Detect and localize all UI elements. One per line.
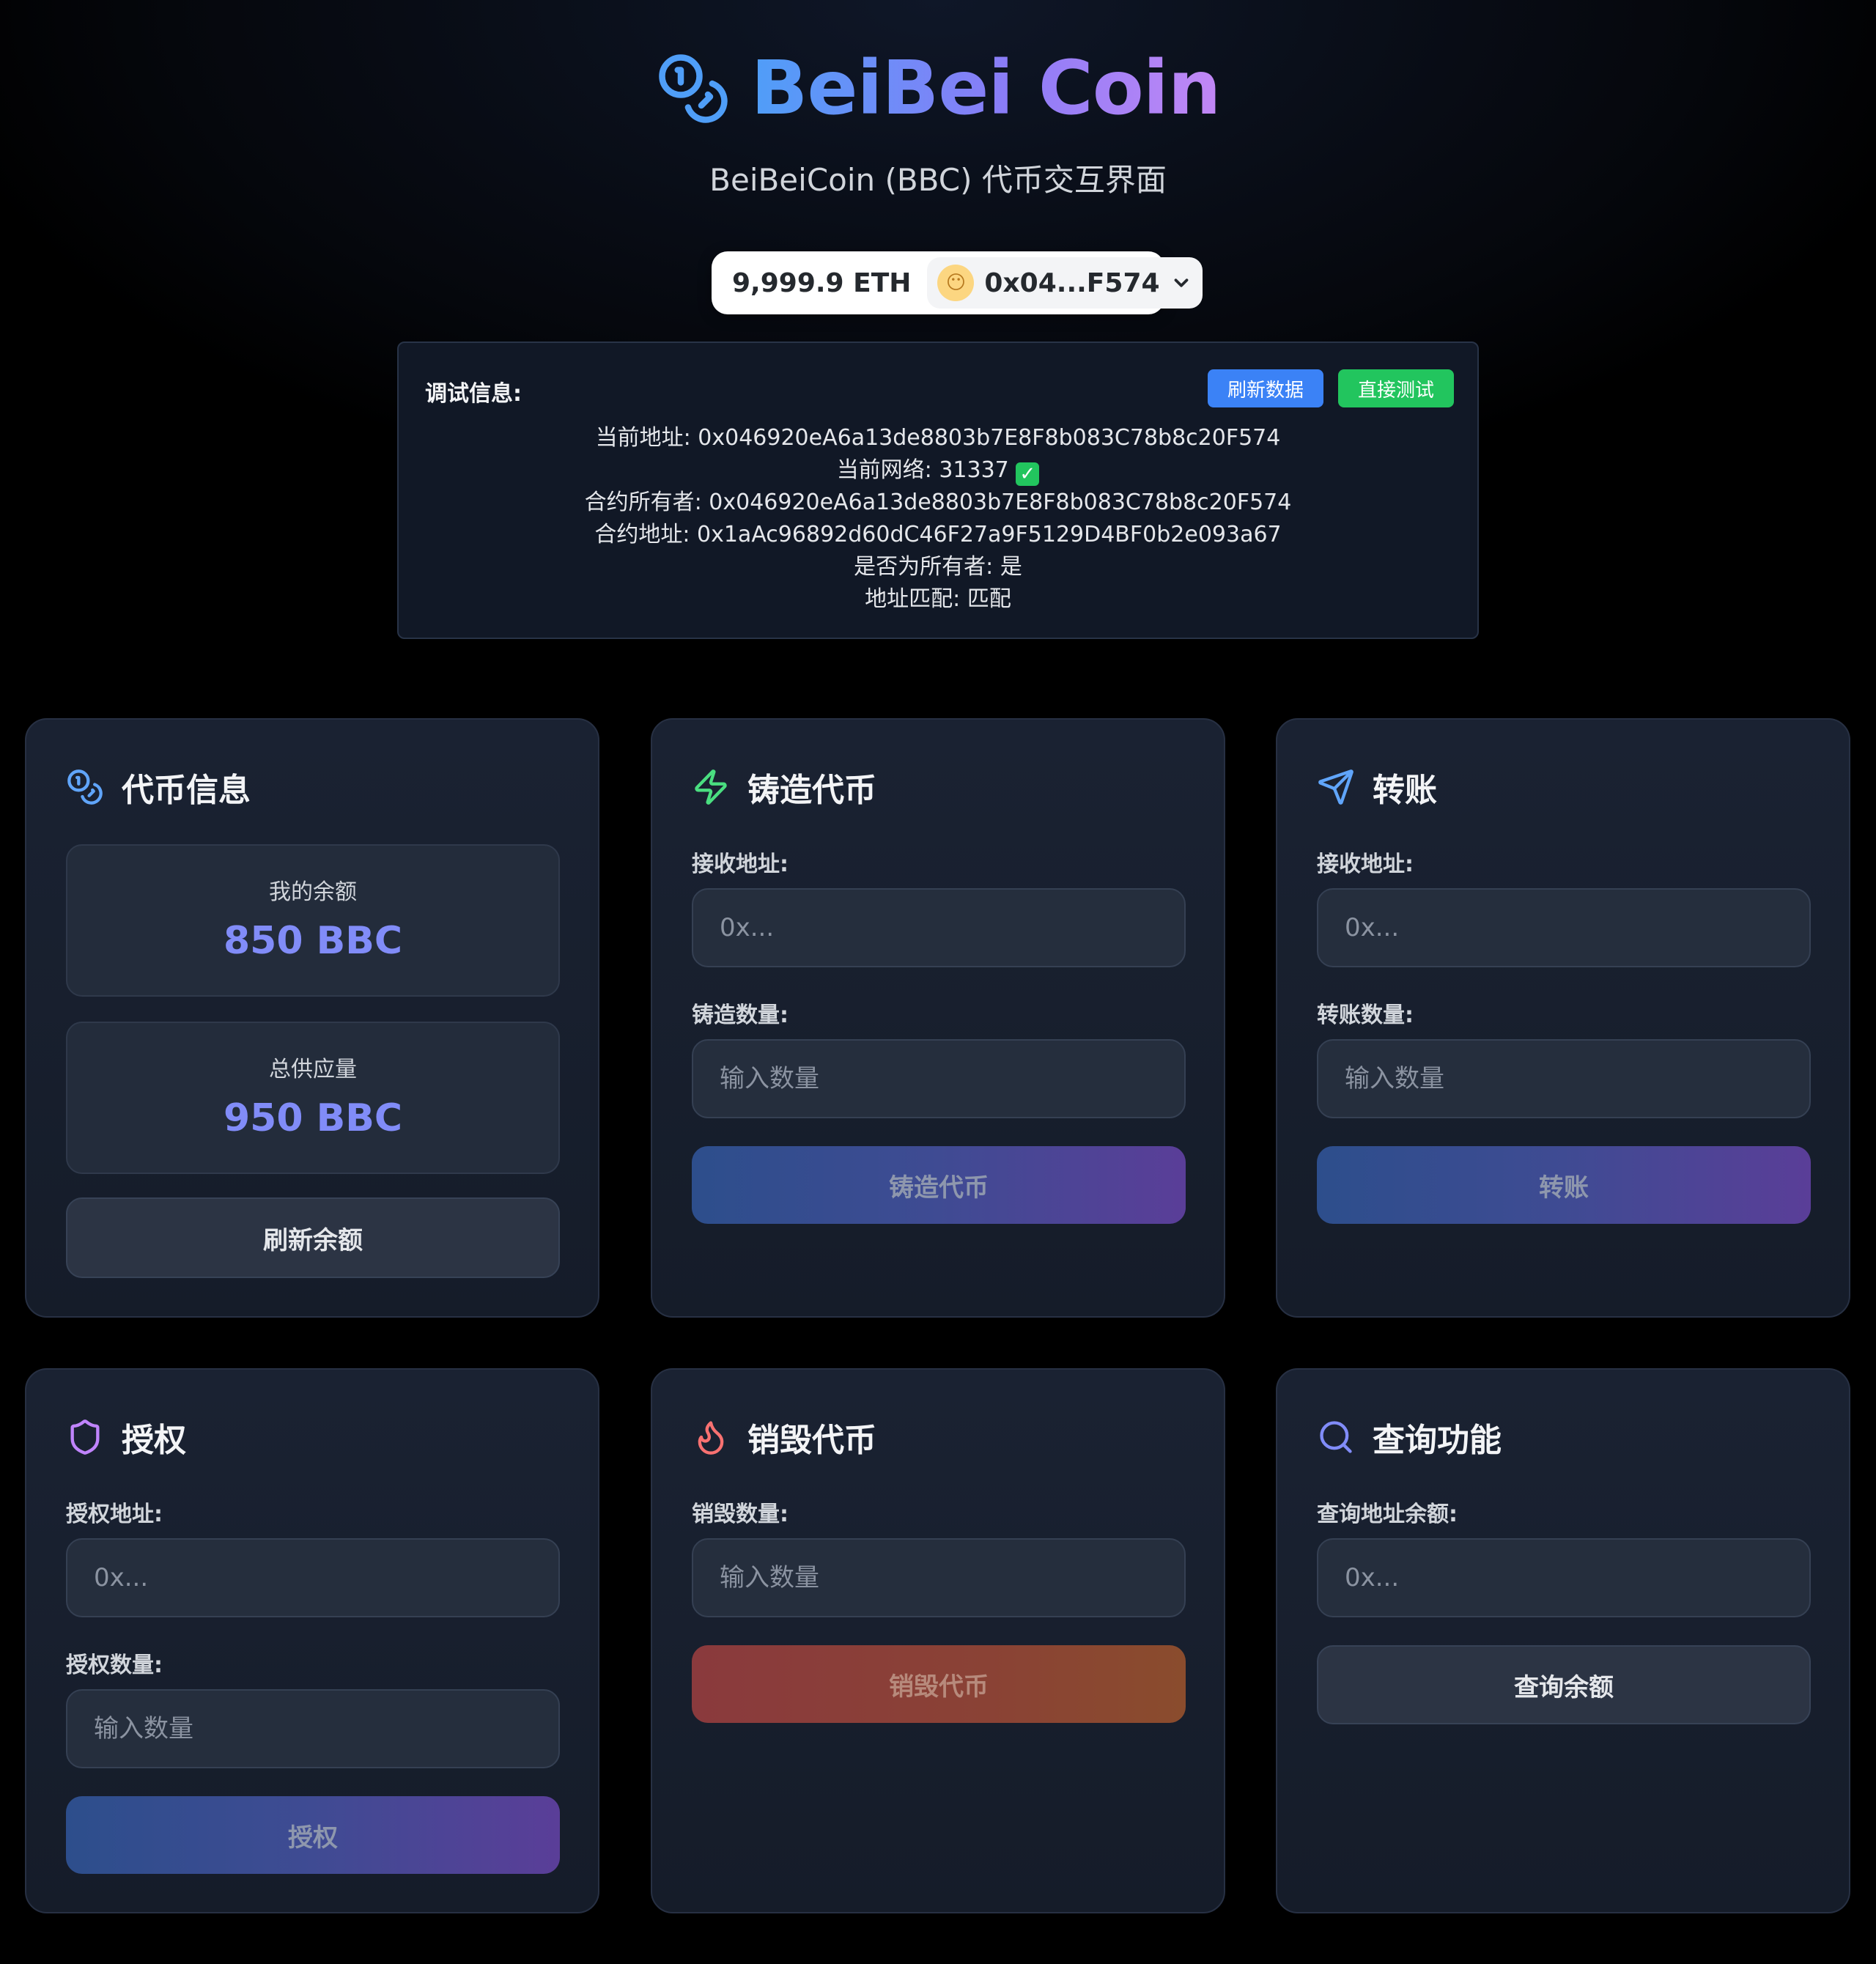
debug-title: 调试信息: bbox=[425, 381, 522, 407]
field-label: 接收地址: bbox=[692, 852, 789, 877]
field-label: 铸造数量: bbox=[692, 1003, 789, 1028]
debug-address-match: 地址匹配: 匹配 bbox=[865, 586, 1011, 612]
field-label: 授权地址: bbox=[66, 1502, 163, 1527]
transfer-button[interactable]: 转账 bbox=[1317, 1146, 1811, 1224]
search-icon bbox=[1320, 1421, 1352, 1453]
debug-info: 当前地址: 0x046920eA6a13de8803b7E8F8b083C78b… bbox=[399, 422, 1477, 616]
card-title: 查询功能 bbox=[1373, 1422, 1502, 1459]
mint-address-input[interactable] bbox=[692, 888, 1186, 967]
transfer-address-input[interactable] bbox=[1317, 888, 1811, 967]
shield-icon bbox=[70, 1420, 100, 1455]
stat-value: 950 BBC bbox=[223, 1096, 403, 1140]
debug-panel: 调试信息: 刷新数据 直接测试 当前地址: 0x046920eA6a13de88… bbox=[397, 342, 1479, 639]
approve-amount-input[interactable] bbox=[66, 1689, 560, 1768]
card-title: 铸造代币 bbox=[747, 772, 876, 809]
mint-button[interactable]: 铸造代币 bbox=[692, 1146, 1186, 1224]
flame-icon bbox=[698, 1421, 724, 1455]
debug-network-line: 当前网络: 31337 ✓ bbox=[399, 454, 1477, 487]
coins-icon bbox=[658, 54, 728, 123]
card-header: 转账 bbox=[1317, 764, 1437, 811]
app-subtitle: BeiBeiCoin (BBC) 代币交互界面 bbox=[709, 162, 1167, 198]
app-header: BeiBei Coin bbox=[0, 44, 1876, 133]
approve-address-input[interactable] bbox=[66, 1538, 560, 1617]
app-title: BeiBei Coin bbox=[751, 44, 1222, 133]
account-button[interactable]: 😶 0x04...F574 bbox=[927, 257, 1203, 309]
card-title: 转账 bbox=[1373, 772, 1437, 809]
token-info-card: 代币信息 我的余额 850 BBC 总供应量 950 BBC 刷新余额 bbox=[25, 718, 599, 1318]
burn-button[interactable]: 销毁代币 bbox=[692, 1645, 1186, 1723]
lightning-icon bbox=[695, 769, 727, 805]
burn-card: 销毁代币 销毁数量: 销毁代币 bbox=[651, 1368, 1225, 1913]
debug-current-address: 当前地址: 0x046920eA6a13de8803b7E8F8b083C78b… bbox=[595, 425, 1281, 451]
field-label: 销毁数量: bbox=[692, 1502, 789, 1527]
query-balance-button[interactable]: 查询余额 bbox=[1317, 1645, 1811, 1724]
query-card: 查询功能 查询地址余额: 查询余额 bbox=[1276, 1368, 1850, 1913]
stat-label: 总供应量 bbox=[269, 1057, 357, 1082]
send-icon bbox=[1318, 769, 1354, 805]
avatar: 😶 bbox=[937, 265, 975, 301]
debug-contract-owner: 合约所有者: 0x046920eA6a13de8803b7E8F8b083C78… bbox=[584, 490, 1292, 515]
wallet-connect-button[interactable]: 9,999.9 ETH 😶 0x04...F574 bbox=[712, 251, 1203, 314]
chevron-down-icon bbox=[1174, 278, 1188, 287]
my-balance-stat: 我的余额 850 BBC bbox=[66, 844, 560, 997]
transfer-card: 转账 接收地址: 转账数量: 转账 bbox=[1276, 718, 1850, 1318]
card-header: 授权 bbox=[66, 1414, 186, 1461]
eth-balance: 9,999.9 ETH bbox=[732, 267, 912, 298]
coins-icon bbox=[67, 769, 103, 805]
check-icon: ✓ bbox=[1016, 462, 1040, 486]
approve-card: 授权 授权地址: 授权数量: 授权 bbox=[25, 1368, 599, 1913]
card-title: 授权 bbox=[122, 1422, 186, 1459]
debug-contract-address: 合约地址: 0x1aAc96892d60dC46F27a9F5129D4BF0b… bbox=[594, 522, 1282, 547]
burn-amount-input[interactable] bbox=[692, 1538, 1186, 1617]
direct-test-button[interactable]: 直接测试 bbox=[1338, 369, 1454, 407]
card-header: 铸造代币 bbox=[692, 764, 876, 811]
field-label: 授权数量: bbox=[66, 1653, 163, 1678]
card-title: 销毁代币 bbox=[747, 1422, 876, 1459]
refresh-balance-button[interactable]: 刷新余额 bbox=[66, 1197, 560, 1278]
card-header: 代币信息 bbox=[66, 764, 251, 811]
total-supply-stat: 总供应量 950 BBC bbox=[66, 1022, 560, 1174]
mint-amount-input[interactable] bbox=[692, 1039, 1186, 1118]
transfer-amount-input[interactable] bbox=[1317, 1039, 1811, 1118]
refresh-data-button[interactable]: 刷新数据 bbox=[1208, 369, 1323, 407]
stat-value: 850 BBC bbox=[223, 919, 403, 963]
field-label: 查询地址余额: bbox=[1317, 1502, 1458, 1527]
field-label: 接收地址: bbox=[1317, 852, 1414, 877]
debug-is-owner: 是否为所有者: 是 bbox=[854, 554, 1022, 580]
mint-card: 铸造代币 接收地址: 铸造数量: 铸造代币 bbox=[651, 718, 1225, 1318]
wallet-address: 0x04...F574 bbox=[984, 267, 1160, 298]
card-header: 销毁代币 bbox=[692, 1414, 876, 1461]
field-label: 转账数量: bbox=[1317, 1003, 1414, 1028]
debug-current-network: 当前网络: 31337 bbox=[836, 457, 1009, 483]
card-header: 查询功能 bbox=[1317, 1414, 1502, 1461]
query-address-input[interactable] bbox=[1317, 1538, 1811, 1617]
approve-button[interactable]: 授权 bbox=[66, 1796, 560, 1874]
stat-label: 我的余额 bbox=[269, 879, 357, 905]
card-title: 代币信息 bbox=[122, 772, 251, 809]
